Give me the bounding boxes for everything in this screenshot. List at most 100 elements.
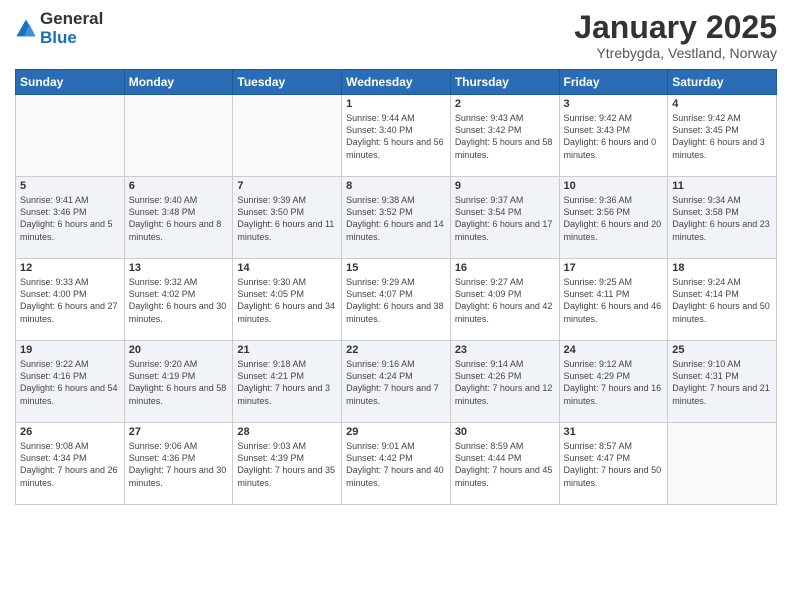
calendar-cell: 2Sunrise: 9:43 AM Sunset: 3:42 PM Daylig…: [450, 95, 559, 177]
calendar-cell: 5 Sunrise: 9:41 AM Sunset: 3:46 PM Daylig…: [16, 177, 125, 259]
calendar-cell: 22 Sunrise: 9:16 AM Sunset: 4:24 PM Dayli…: [342, 341, 451, 423]
week-row-4: 19Sunrise: 9:22 AM Sunset: 4:16 PM Dayli…: [16, 341, 777, 423]
calendar-cell: 21 Sunrise: 9:18 AM Sunset: 4:21 PM Dayli…: [233, 341, 342, 423]
calendar-cell: 10Sunrise: 9:36 AM Sunset: 3:56 PM Dayli…: [559, 177, 668, 259]
day-number: 6: [129, 180, 229, 192]
calendar-cell: 13 Sunrise: 9:32 AM Sunset: 4:02 PM Dayli…: [124, 259, 233, 341]
day-info: Sunrise: 9:12 AM Sunset: 4:29 PM Dayligh…: [564, 358, 664, 407]
calendar-cell: 23 Sunrise: 9:14 AM Sunset: 4:26 PM Dayli…: [450, 341, 559, 423]
day-number: 12: [20, 262, 120, 274]
day-number: 15: [346, 262, 446, 274]
day-number: 1: [346, 98, 446, 110]
calendar-cell: 19Sunrise: 9:22 AM Sunset: 4:16 PM Dayli…: [16, 341, 125, 423]
week-row-3: 12 Sunrise: 9:33 AM Sunset: 4:00 PM Dayli…: [16, 259, 777, 341]
logo-text: General Blue: [40, 10, 103, 47]
calendar-cell: 4Sunrise: 9:42 AM Sunset: 3:45 PM Daylig…: [668, 95, 777, 177]
day-info: Sunrise: 9:01 AM Sunset: 4:42 PM Dayligh…: [346, 440, 446, 489]
day-info: Sunrise: 9:30 AM Sunset: 4:05 PM Dayligh…: [237, 276, 337, 325]
calendar-cell: 18 Sunrise: 9:24 AM Sunset: 4:14 PM Dayli…: [668, 259, 777, 341]
day-info: Sunrise: 9:39 AM Sunset: 3:50 PM Dayligh…: [237, 194, 337, 243]
day-info: Sunrise: 9:06 AM Sunset: 4:36 PM Dayligh…: [129, 440, 229, 489]
day-info: Sunrise: 9:29 AM Sunset: 4:07 PM Dayligh…: [346, 276, 446, 325]
calendar-cell: 12 Sunrise: 9:33 AM Sunset: 4:00 PM Dayli…: [16, 259, 125, 341]
day-info: Sunrise: 9:24 AM Sunset: 4:14 PM Dayligh…: [672, 276, 772, 325]
day-info: Sunrise: 9:16 AM Sunset: 4:24 PM Dayligh…: [346, 358, 446, 407]
day-number: 20: [129, 344, 229, 356]
day-info: Sunrise: 9:36 AM Sunset: 3:56 PM Dayligh…: [564, 194, 664, 243]
calendar-cell: [668, 423, 777, 505]
day-number: 19: [20, 344, 120, 356]
header-row: SundayMondayTuesdayWednesdayThursdayFrid…: [16, 70, 777, 95]
day-number: 2: [455, 98, 555, 110]
header: General Blue January 2025 Ytrebygda, Ves…: [15, 10, 777, 61]
calendar-cell: 7 Sunrise: 9:39 AM Sunset: 3:50 PM Daylig…: [233, 177, 342, 259]
day-number: 16: [455, 262, 555, 274]
header-day-saturday: Saturday: [668, 70, 777, 95]
calendar-cell: 25Sunrise: 9:10 AM Sunset: 4:31 PM Dayli…: [668, 341, 777, 423]
day-number: 31: [564, 426, 664, 438]
calendar-cell: 28 Sunrise: 9:03 AM Sunset: 4:39 PM Dayli…: [233, 423, 342, 505]
day-number: 28: [237, 426, 337, 438]
logo-blue: Blue: [40, 29, 103, 48]
calendar-cell: 20 Sunrise: 9:20 AM Sunset: 4:19 PM Dayli…: [124, 341, 233, 423]
logo-icon: [15, 18, 37, 40]
day-number: 8: [346, 180, 446, 192]
calendar-subtitle: Ytrebygda, Vestland, Norway: [574, 45, 777, 61]
day-number: 9: [455, 180, 555, 192]
day-number: 30: [455, 426, 555, 438]
day-info: Sunrise: 9:08 AM Sunset: 4:34 PM Dayligh…: [20, 440, 120, 489]
calendar-cell: 14 Sunrise: 9:30 AM Sunset: 4:05 PM Dayli…: [233, 259, 342, 341]
calendar-cell: [124, 95, 233, 177]
page-container: General Blue January 2025 Ytrebygda, Ves…: [0, 0, 792, 515]
week-row-1: 1 Sunrise: 9:44 AM Sunset: 3:40 PM Daylig…: [16, 95, 777, 177]
day-info: Sunrise: 8:59 AM Sunset: 4:44 PM Dayligh…: [455, 440, 555, 489]
day-info: Sunrise: 9:33 AM Sunset: 4:00 PM Dayligh…: [20, 276, 120, 325]
calendar-cell: 30 Sunrise: 8:59 AM Sunset: 4:44 PM Dayli…: [450, 423, 559, 505]
logo: General Blue: [15, 10, 103, 47]
day-info: Sunrise: 9:14 AM Sunset: 4:26 PM Dayligh…: [455, 358, 555, 407]
calendar-title: January 2025: [574, 10, 777, 45]
day-info: Sunrise: 9:03 AM Sunset: 4:39 PM Dayligh…: [237, 440, 337, 489]
header-day-monday: Monday: [124, 70, 233, 95]
day-info: Sunrise: 9:20 AM Sunset: 4:19 PM Dayligh…: [129, 358, 229, 407]
day-info: Sunrise: 9:27 AM Sunset: 4:09 PM Dayligh…: [455, 276, 555, 325]
calendar-cell: 27Sunrise: 9:06 AM Sunset: 4:36 PM Dayli…: [124, 423, 233, 505]
day-number: 25: [672, 344, 772, 356]
calendar-cell: 26 Sunrise: 9:08 AM Sunset: 4:34 PM Dayli…: [16, 423, 125, 505]
day-info: Sunrise: 9:44 AM Sunset: 3:40 PM Dayligh…: [346, 112, 446, 161]
calendar-cell: 16 Sunrise: 9:27 AM Sunset: 4:09 PM Dayli…: [450, 259, 559, 341]
day-number: 18: [672, 262, 772, 274]
day-number: 21: [237, 344, 337, 356]
day-info: Sunrise: 9:42 AM Sunset: 3:43 PM Dayligh…: [564, 112, 664, 161]
day-info: Sunrise: 9:37 AM Sunset: 3:54 PM Dayligh…: [455, 194, 555, 243]
calendar-cell: 31 Sunrise: 8:57 AM Sunset: 4:47 PM Dayli…: [559, 423, 668, 505]
day-number: 22: [346, 344, 446, 356]
day-number: 26: [20, 426, 120, 438]
day-number: 24: [564, 344, 664, 356]
week-row-2: 5 Sunrise: 9:41 AM Sunset: 3:46 PM Daylig…: [16, 177, 777, 259]
header-day-friday: Friday: [559, 70, 668, 95]
calendar-cell: 29 Sunrise: 9:01 AM Sunset: 4:42 PM Dayli…: [342, 423, 451, 505]
calendar-cell: [233, 95, 342, 177]
calendar-cell: 9 Sunrise: 9:37 AM Sunset: 3:54 PM Daylig…: [450, 177, 559, 259]
calendar-table: SundayMondayTuesdayWednesdayThursdayFrid…: [15, 69, 777, 505]
day-number: 14: [237, 262, 337, 274]
calendar-cell: 6Sunrise: 9:40 AM Sunset: 3:48 PM Daylig…: [124, 177, 233, 259]
day-info: Sunrise: 9:18 AM Sunset: 4:21 PM Dayligh…: [237, 358, 337, 407]
title-section: January 2025 Ytrebygda, Vestland, Norway: [574, 10, 777, 61]
day-number: 5: [20, 180, 120, 192]
day-info: Sunrise: 9:41 AM Sunset: 3:46 PM Dayligh…: [20, 194, 120, 243]
day-number: 3: [564, 98, 664, 110]
day-number: 7: [237, 180, 337, 192]
day-info: Sunrise: 8:57 AM Sunset: 4:47 PM Dayligh…: [564, 440, 664, 489]
calendar-cell: 24 Sunrise: 9:12 AM Sunset: 4:29 PM Dayli…: [559, 341, 668, 423]
day-info: Sunrise: 9:32 AM Sunset: 4:02 PM Dayligh…: [129, 276, 229, 325]
day-number: 23: [455, 344, 555, 356]
day-info: Sunrise: 9:34 AM Sunset: 3:58 PM Dayligh…: [672, 194, 772, 243]
day-number: 29: [346, 426, 446, 438]
calendar-cell: 3 Sunrise: 9:42 AM Sunset: 3:43 PM Daylig…: [559, 95, 668, 177]
day-number: 17: [564, 262, 664, 274]
calendar-cell: 11Sunrise: 9:34 AM Sunset: 3:58 PM Dayli…: [668, 177, 777, 259]
day-number: 13: [129, 262, 229, 274]
header-day-sunday: Sunday: [16, 70, 125, 95]
